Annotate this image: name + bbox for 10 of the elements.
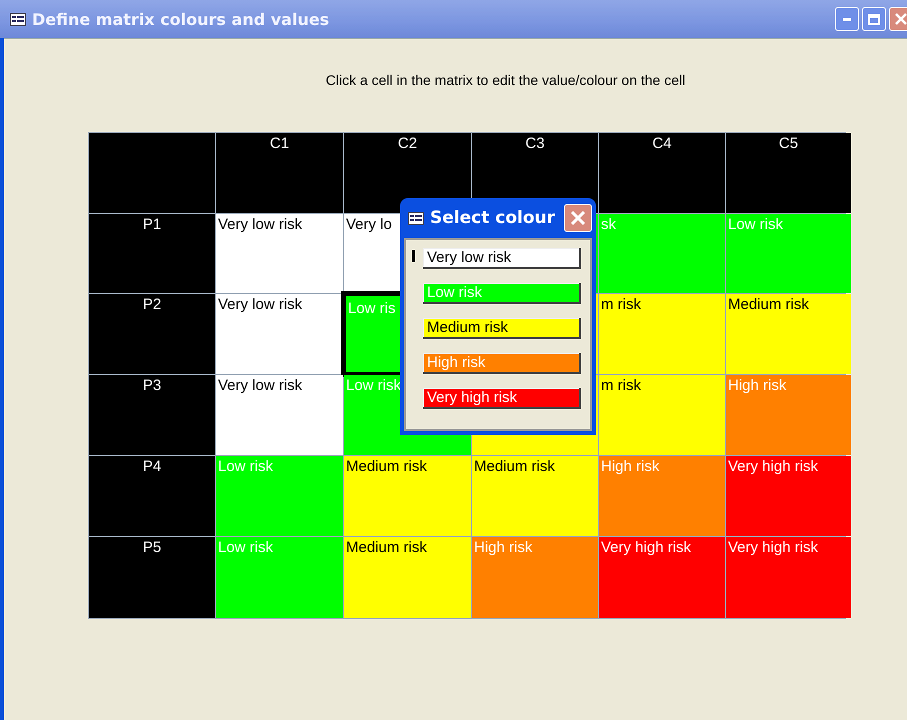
row-header: P1	[89, 214, 215, 293]
row-header: P3	[89, 375, 215, 455]
row-header: P4	[89, 456, 215, 536]
row-header: P2	[89, 294, 215, 374]
row-header: P5	[89, 537, 215, 618]
column-header: C1	[216, 133, 343, 213]
window-title: Define matrix colours and values	[32, 10, 330, 28]
instruction-text: Click a cell in the matrix to edit the value/colour on the cell	[324, 71, 686, 88]
column-header: C5	[726, 133, 851, 213]
column-header: C4	[599, 133, 725, 213]
